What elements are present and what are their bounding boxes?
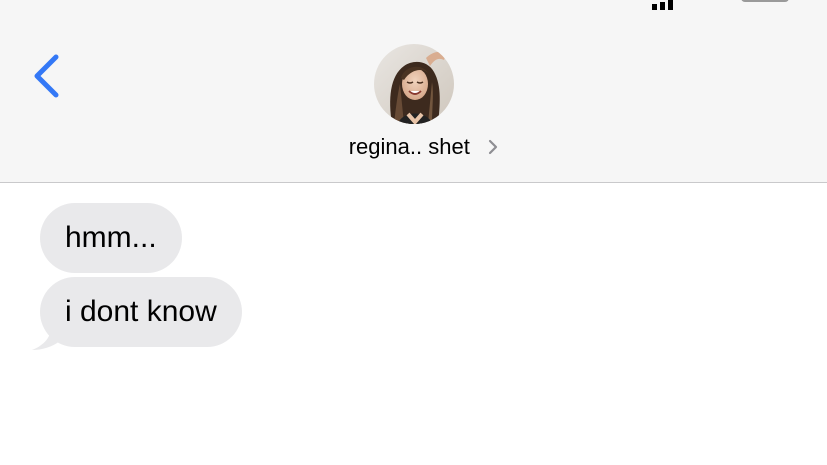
- chevron-right-icon: [489, 139, 498, 155]
- incoming-message-bubble[interactable]: hmm...: [40, 203, 182, 273]
- chevron-left-icon: [34, 54, 59, 98]
- messages-screen: regina.. shet hmm... i dont know: [0, 0, 827, 465]
- avatar[interactable]: [374, 44, 454, 124]
- message-thread[interactable]: hmm... i dont know: [0, 183, 827, 465]
- back-button[interactable]: [28, 52, 68, 100]
- avatar-photo: [374, 44, 454, 124]
- contact-name: regina.. shet: [348, 134, 470, 159]
- contact-info-button[interactable]: regina.. shet: [0, 132, 827, 162]
- signal-icon: [652, 0, 692, 10]
- battery-icon: [741, 0, 789, 2]
- incoming-message-bubble[interactable]: i dont know: [40, 277, 242, 347]
- status-bar: [0, 0, 827, 10]
- conversation-header: regina.. shet: [0, 0, 827, 183]
